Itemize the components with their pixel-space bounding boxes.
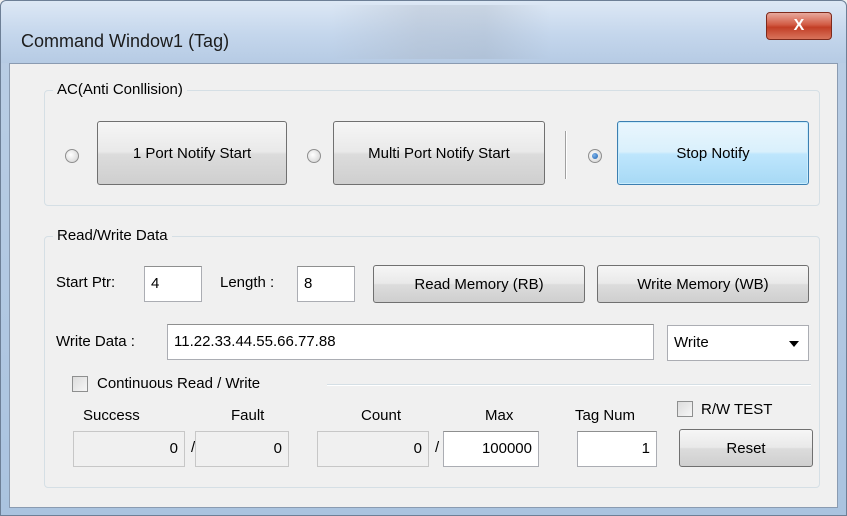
chevron-down-icon [789,341,799,347]
rw-test-checkbox[interactable] [677,401,693,417]
command-window: Command Window1 (Tag) X AC(Anti Conllisi… [0,0,847,516]
reset-button[interactable]: Reset [679,429,813,467]
count-value: 0 [317,431,429,467]
mode-select-value: Write [674,334,709,351]
start-ptr-label: Start Ptr: [56,274,116,291]
continuous-read-write-checkbox[interactable] [72,376,88,392]
length-input[interactable]: 8 [297,266,355,302]
one-port-notify-start-button[interactable]: 1 Port Notify Start [97,121,287,185]
anti-collision-group: AC(Anti Conllision) 1 Port Notify Start … [44,81,820,206]
count-max-separator: / [435,439,440,456]
anti-collision-group-title: AC(Anti Conllision) [53,81,187,98]
read-write-group-title: Read/Write Data [53,227,172,244]
success-label: Success [83,407,140,424]
success-value: 0 [73,431,185,467]
radio-stop-notify[interactable] [588,149,602,163]
write-memory-button[interactable]: Write Memory (WB) [597,265,809,303]
window-title: Command Window1 (Tag) [21,31,230,51]
radio-1-port-notify[interactable] [65,149,79,163]
tag-num-label: Tag Num [575,407,636,424]
count-label: Count [361,407,402,424]
radio-multi-port-notify[interactable] [307,149,321,163]
mode-select[interactable]: Write [667,325,809,361]
tag-num-input[interactable]: 1 [577,431,657,467]
start-ptr-input[interactable]: 4 [144,266,202,302]
length-label: Length : [220,274,275,291]
write-data-input[interactable]: 11.22.33.44.55.66.77.88 [167,324,654,360]
write-data-label: Write Data : [56,333,135,350]
read-memory-button[interactable]: Read Memory (RB) [373,265,585,303]
close-icon: X [793,17,805,34]
group-divider [565,131,567,179]
read-write-group: Read/Write Data Start Ptr: 4 Length : 8 … [44,227,820,488]
title-bar[interactable]: Command Window1 (Tag) X [1,1,846,63]
close-button[interactable]: X [766,12,832,40]
continuous-divider [327,384,811,386]
multi-port-notify-start-button[interactable]: Multi Port Notify Start [333,121,545,185]
stop-notify-button[interactable]: Stop Notify [617,121,809,185]
rw-test-label: R/W TEST [701,401,773,418]
continuous-read-write-label: Continuous Read / Write [97,375,261,392]
max-label: Max [485,407,514,424]
fault-value: 0 [195,431,289,467]
max-input[interactable]: 100000 [443,431,539,467]
title-bar-background [331,5,551,59]
window-client-area: AC(Anti Conllision) 1 Port Notify Start … [9,63,838,508]
fault-label: Fault [231,407,265,424]
